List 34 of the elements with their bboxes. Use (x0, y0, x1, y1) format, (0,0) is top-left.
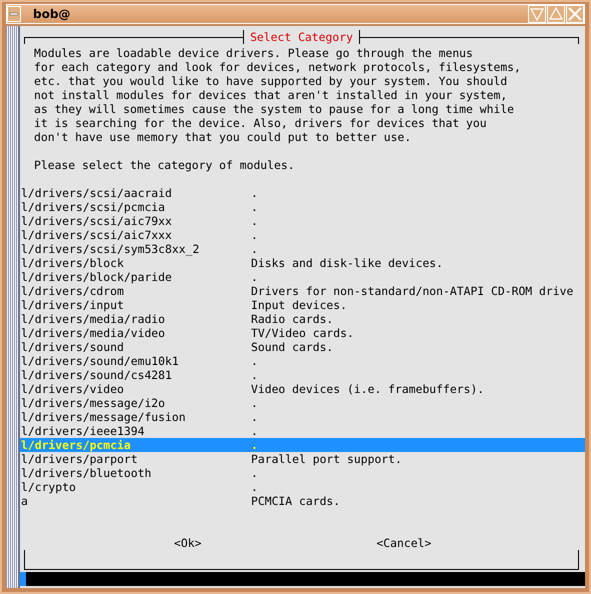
category-row[interactable]: l/drivers/scsi/sym53c8xx_2 . (20, 242, 585, 256)
category-row[interactable]: a PCMCIA cards. (20, 494, 585, 508)
category-row[interactable]: l/drivers/parport Parallel port support. (20, 452, 585, 466)
category-row[interactable]: l/drivers/video Video devices (i.e. framebuffers). (20, 382, 585, 396)
category-row[interactable]: l/drivers/input Input devices. (20, 298, 585, 312)
category-row[interactable]: l/drivers/media/video TV/Video cards. (20, 326, 585, 340)
window-menu-icon[interactable] (7, 6, 21, 22)
dialog-button[interactable]: <Cancel> (376, 536, 432, 550)
category-row[interactable]: l/drivers/media/radio Radio cards. (20, 312, 585, 326)
category-row[interactable]: l/drivers/scsi/aacraid . (20, 186, 585, 200)
intro-paragraph: Modules are loadable device drivers. Please go through the menus for each category and look for devices, network protocols, filesystems, etc. that you would like to have supported by your system. You should not install modules for devices that aren't installed in your system, as they will sometimes cause the system to pause for a long time while it is searching for the device. Also, drivers for devices that you don't have use memory that you could put to better use. (33, 46, 522, 144)
category-row[interactable]: l/drivers/scsi/pcmcia . (20, 200, 585, 214)
category-row[interactable]: l/drivers/block/paride . (20, 270, 585, 284)
category-row[interactable]: l/drivers/scsi/aic7xxx . (20, 228, 585, 242)
category-row[interactable]: l/crypto . (20, 480, 585, 494)
category-row[interactable]: l/drivers/sound Sound cards. (20, 340, 585, 354)
category-row[interactable]: l/drivers/cdrom Drivers for non-standard/non-ATAPI CD-ROM drive (20, 284, 585, 298)
category-row[interactable]: l/drivers/sound/cs4281 . (20, 368, 585, 382)
close-icon[interactable] (566, 5, 584, 23)
window-title: bob@ (33, 7, 70, 21)
category-row[interactable]: l/drivers/bluetooth . (20, 466, 585, 480)
category-row[interactable]: l/drivers/block Disks and disk-like devices. (20, 256, 585, 270)
cursor-icon (20, 572, 26, 586)
category-row[interactable]: l/drivers/sound/emu10k1 . (20, 354, 585, 368)
dialog-title: Select Category (243, 30, 360, 44)
category-row[interactable]: l/drivers/message/fusion . (20, 410, 585, 424)
maximize-icon[interactable] (547, 5, 565, 23)
scrollbar-track[interactable] (6, 26, 20, 588)
dialog-button[interactable]: <Ok> (174, 536, 202, 550)
category-row[interactable]: l/drivers/ieee1394 . (20, 424, 585, 438)
category-row[interactable]: l/drivers/scsi/aic79xx . (20, 214, 585, 228)
category-row[interactable]: l/drivers/message/i2o . (20, 396, 585, 410)
minimize-icon[interactable] (528, 5, 546, 23)
prompt-text: Please select the category of modules. (33, 158, 296, 172)
